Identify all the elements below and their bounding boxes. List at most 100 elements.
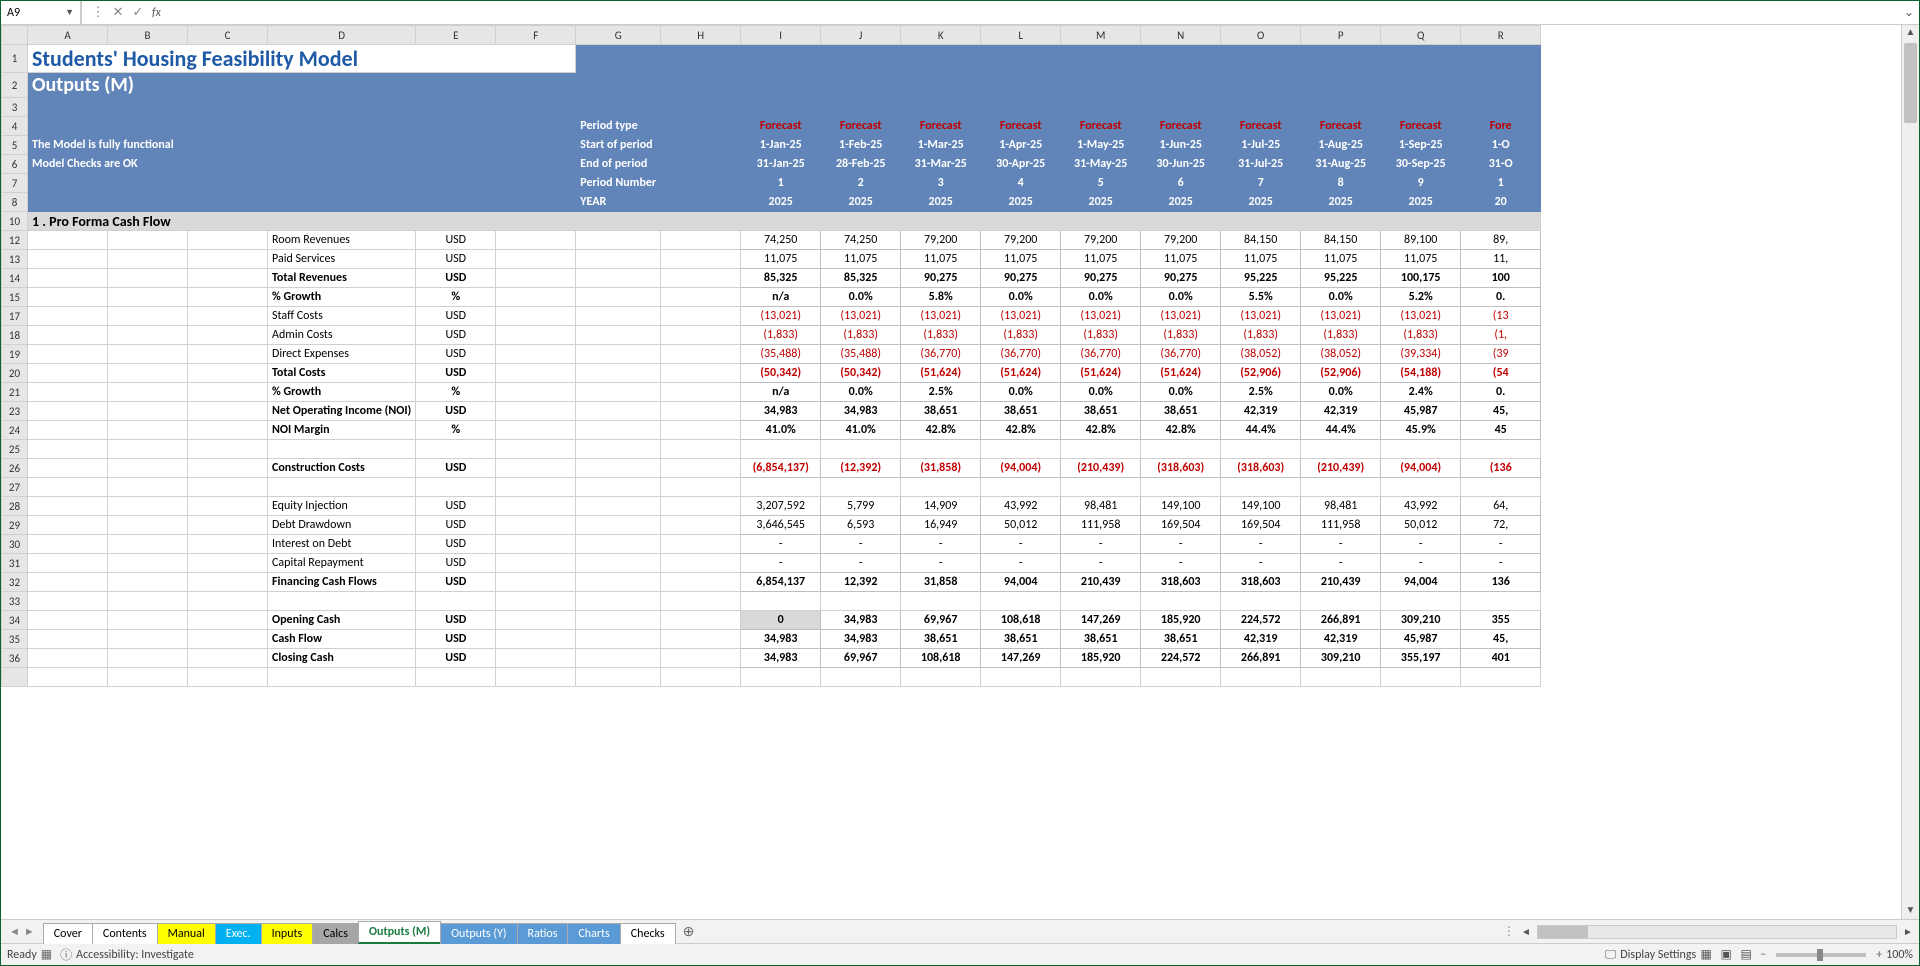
cell[interactable]: [576, 440, 661, 459]
cell[interactable]: [496, 98, 576, 117]
cell[interactable]: [108, 288, 188, 307]
data-cell[interactable]: 90,275: [981, 269, 1061, 288]
cell[interactable]: [496, 364, 576, 383]
row-header-14[interactable]: 14: [2, 269, 28, 288]
cell[interactable]: [1141, 668, 1221, 687]
cell[interactable]: [821, 98, 901, 117]
cell[interactable]: [28, 326, 108, 345]
data-cell[interactable]: 98,481: [1301, 497, 1381, 516]
data-cell[interactable]: 79,200: [1141, 231, 1221, 250]
row-header-[interactable]: [2, 668, 28, 687]
cell[interactable]: [28, 592, 108, 611]
row-header-19[interactable]: 19: [2, 345, 28, 364]
data-cell[interactable]: 5,799: [821, 497, 901, 516]
cell[interactable]: [661, 326, 741, 345]
row-header-6[interactable]: 6: [2, 155, 28, 174]
data-cell[interactable]: 84,150: [1301, 231, 1381, 250]
cell[interactable]: [741, 98, 821, 117]
data-cell[interactable]: 38,651: [1061, 402, 1141, 421]
data-cell[interactable]: (13,021): [1301, 307, 1381, 326]
cell[interactable]: [108, 98, 188, 117]
row-header-27[interactable]: 27: [2, 478, 28, 497]
data-cell[interactable]: -: [741, 535, 821, 554]
data-cell[interactable]: 355,197: [1381, 649, 1461, 668]
display-settings-icon[interactable]: 🖵: [1605, 948, 1617, 962]
data-cell[interactable]: (35,488): [741, 345, 821, 364]
vertical-scrollbar[interactable]: ▲ ▼: [1901, 25, 1919, 919]
cell[interactable]: [661, 136, 741, 155]
sheet-tab-contents[interactable]: Contents: [92, 923, 158, 944]
data-cell[interactable]: 41.0%: [741, 421, 821, 440]
data-cell[interactable]: 38,651: [901, 402, 981, 421]
cell[interactable]: [496, 174, 576, 193]
cell[interactable]: [108, 326, 188, 345]
data-cell[interactable]: (1,833): [1061, 326, 1141, 345]
data-cell[interactable]: 94,004: [981, 573, 1061, 592]
cell[interactable]: [108, 478, 188, 497]
data-cell[interactable]: -: [1141, 535, 1221, 554]
cell[interactable]: [1301, 668, 1381, 687]
cell[interactable]: [496, 440, 576, 459]
cell[interactable]: [1301, 592, 1381, 611]
cell[interactable]: [1141, 592, 1221, 611]
cell[interactable]: [28, 307, 108, 326]
cell[interactable]: [188, 554, 268, 573]
data-cell[interactable]: (51,624): [981, 364, 1061, 383]
data-cell[interactable]: 2.5%: [901, 383, 981, 402]
cell[interactable]: [496, 573, 576, 592]
data-cell[interactable]: 64,: [1461, 497, 1541, 516]
cell[interactable]: [268, 440, 416, 459]
status-accessibility[interactable]: Accessibility: Investigate: [76, 948, 194, 962]
cell[interactable]: [981, 592, 1061, 611]
cell[interactable]: [661, 649, 741, 668]
sheet-tab-checks[interactable]: Checks: [620, 923, 676, 944]
cell[interactable]: [901, 478, 981, 497]
data-cell[interactable]: (13,021): [1221, 307, 1301, 326]
data-cell[interactable]: 38,651: [981, 630, 1061, 649]
cell[interactable]: [108, 421, 188, 440]
data-cell[interactable]: 42.8%: [981, 421, 1061, 440]
row-header-31[interactable]: 31: [2, 554, 28, 573]
data-cell[interactable]: 6,593: [821, 516, 901, 535]
cell[interactable]: [741, 478, 821, 497]
cell[interactable]: [28, 402, 108, 421]
cell[interactable]: [576, 307, 661, 326]
cell[interactable]: [576, 45, 661, 73]
cell[interactable]: [576, 516, 661, 535]
cell[interactable]: [28, 611, 108, 630]
cell[interactable]: [661, 478, 741, 497]
cell[interactable]: [1301, 45, 1381, 73]
data-cell[interactable]: (1,833): [741, 326, 821, 345]
cell[interactable]: [188, 459, 268, 478]
data-cell[interactable]: (54,188): [1381, 364, 1461, 383]
cancel-icon[interactable]: ✕: [108, 5, 128, 20]
data-cell[interactable]: 100,175: [1381, 269, 1461, 288]
cell[interactable]: [1061, 592, 1141, 611]
data-cell[interactable]: 98,481: [1061, 497, 1141, 516]
cell[interactable]: [28, 345, 108, 364]
cell[interactable]: [188, 307, 268, 326]
data-cell[interactable]: 0.: [1461, 288, 1541, 307]
row-header-33[interactable]: 33: [2, 592, 28, 611]
cell[interactable]: [821, 668, 901, 687]
cell[interactable]: [1221, 478, 1301, 497]
data-cell[interactable]: 44.4%: [1221, 421, 1301, 440]
cell[interactable]: [661, 668, 741, 687]
cell[interactable]: [1221, 440, 1301, 459]
data-cell[interactable]: 34,983: [821, 630, 901, 649]
data-cell[interactable]: (13,021): [1061, 307, 1141, 326]
data-cell[interactable]: -: [821, 554, 901, 573]
cell[interactable]: [416, 98, 496, 117]
cell[interactable]: [981, 440, 1061, 459]
cell[interactable]: [108, 250, 188, 269]
cell[interactable]: [28, 421, 108, 440]
data-cell[interactable]: (1,833): [901, 326, 981, 345]
data-cell[interactable]: 2.5%: [1221, 383, 1301, 402]
data-cell[interactable]: -: [1061, 535, 1141, 554]
cell[interactable]: [108, 345, 188, 364]
data-cell[interactable]: (318,603): [1221, 459, 1301, 478]
cell[interactable]: [661, 364, 741, 383]
data-cell[interactable]: 69,967: [821, 649, 901, 668]
cell[interactable]: [188, 269, 268, 288]
cell[interactable]: [1221, 98, 1301, 117]
